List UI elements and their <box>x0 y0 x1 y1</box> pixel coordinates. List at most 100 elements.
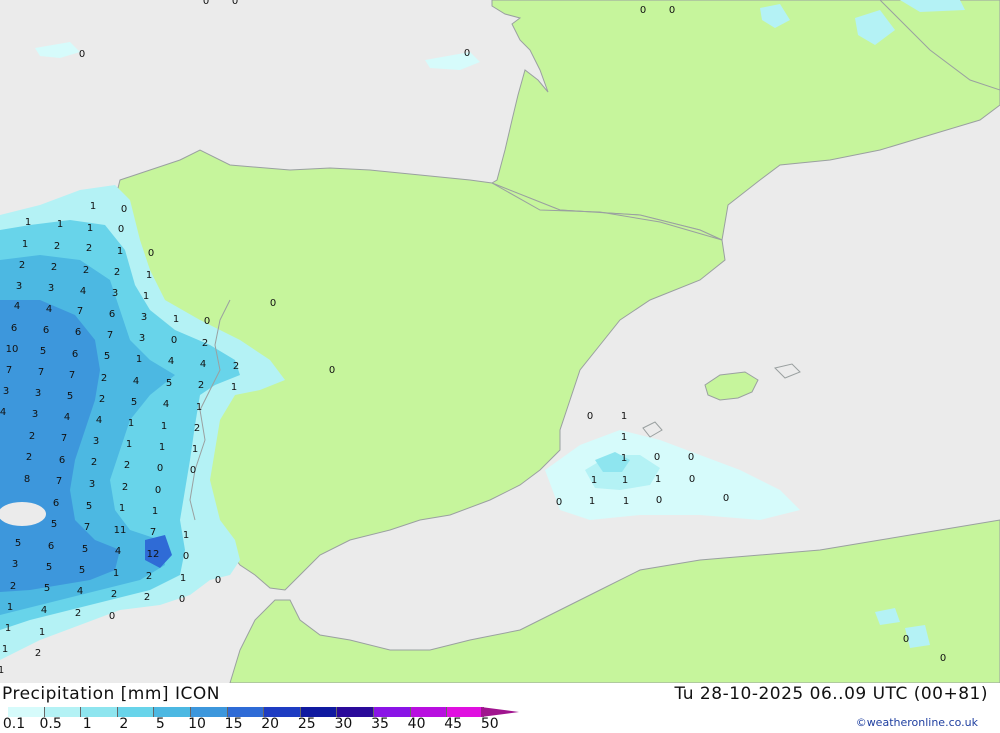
precip-value-label: 1 <box>136 354 142 365</box>
color-scale-tick: 2 <box>119 716 129 732</box>
color-scale-tick: 10 <box>188 716 206 732</box>
precip-value-label: 6 <box>43 325 49 336</box>
precip-value-label: 5 <box>51 519 57 530</box>
precip-value-label: 5 <box>131 397 137 408</box>
precip-value-label: 1 <box>119 503 125 514</box>
color-scale-tick: 40 <box>407 716 426 732</box>
precip-value-label: 1 <box>117 246 123 257</box>
precip-value-label: 1 <box>5 623 11 634</box>
precip-value-label: 2 <box>29 431 35 442</box>
precip-value-label: 7 <box>6 365 12 376</box>
precip-value-label: 5 <box>44 583 50 594</box>
precip-value-label: 0 <box>656 495 662 506</box>
legend-footer: Precipitation [mm] ICON Tu 28-10-2025 06… <box>0 683 1000 733</box>
precip-value-label: 2 <box>99 394 105 405</box>
precip-value-label: 0 <box>688 452 694 463</box>
precip-value-label: 0 <box>464 48 470 59</box>
precip-value-label: 1 <box>589 496 595 507</box>
precip-value-label: 1 <box>655 474 661 485</box>
precip-value-label: 7 <box>84 522 90 533</box>
precip-value-label: 2 <box>75 608 81 619</box>
precip-value-label: 0 <box>190 465 196 476</box>
precip-value-label: 6 <box>53 498 59 509</box>
precip-value-label: 12 <box>147 549 160 560</box>
precip-value-label: 1 <box>180 573 186 584</box>
precip-value-label: 4 <box>115 546 121 557</box>
precip-value-label: 1 <box>621 453 627 464</box>
precip-value-label: 4 <box>80 286 86 297</box>
precip-value-label: 0 <box>118 224 124 235</box>
precip-value-label: 0 <box>556 497 562 508</box>
precip-value-label: 4 <box>46 304 52 315</box>
precip-value-label: 1 <box>128 418 134 429</box>
precip-value-label: 0 <box>640 5 646 16</box>
precip-value-label: 3 <box>89 479 95 490</box>
precip-value-label: 2 <box>124 460 130 471</box>
precip-value-label: 2 <box>233 361 239 372</box>
precip-value-label: 0 <box>203 0 209 7</box>
credit-link[interactable]: ©weatheronline.co.uk <box>856 716 978 729</box>
precip-value-label: 2 <box>54 241 60 252</box>
precip-value-label: 6 <box>109 309 115 320</box>
precip-value-label: 3 <box>141 312 147 323</box>
precip-value-label: 4 <box>0 407 6 418</box>
precip-value-label: 6 <box>59 455 65 466</box>
precip-value-label: 6 <box>72 349 78 360</box>
valid-time: Tu 28-10-2025 06..09 UTC (00+81) <box>674 684 988 704</box>
precip-value-label: 4 <box>200 359 206 370</box>
precip-value-label: 0 <box>587 411 593 422</box>
precip-value-label: 0 <box>179 594 185 605</box>
precip-value-label: 3 <box>12 559 18 570</box>
precip-value-label: 2 <box>202 338 208 349</box>
precip-value-label: 2 <box>83 265 89 276</box>
precip-value-label: 0 <box>171 335 177 346</box>
precip-value-label: 4 <box>96 415 102 426</box>
precip-value-label: 0 <box>148 248 154 259</box>
precip-value-label: 1 <box>87 223 93 234</box>
precip-value-label: 2 <box>114 267 120 278</box>
precip-value-label: 0 <box>155 485 161 496</box>
precip-value-label: 5 <box>104 351 110 362</box>
precip-value-label: 2 <box>26 452 32 463</box>
precip-value-label: 2 <box>10 581 16 592</box>
precip-value-label: 4 <box>163 399 169 410</box>
precip-value-label: 7 <box>150 527 156 538</box>
precip-value-label: 1 <box>173 314 179 325</box>
precip-value-label: 1 <box>192 444 198 455</box>
precip-value-label: 1 <box>57 219 63 230</box>
precip-value-label: 1 <box>113 568 119 579</box>
precip-value-label: 0 <box>121 204 127 215</box>
precip-value-label: 7 <box>56 476 62 487</box>
precip-value-label: 5 <box>79 565 85 576</box>
precip-value-label: 7 <box>69 370 75 381</box>
precip-value-label: 2 <box>194 423 200 434</box>
color-scale-tick: 30 <box>334 716 353 732</box>
color-scale-tick: 15 <box>224 716 243 732</box>
map-title: Precipitation [mm] ICON <box>2 684 220 704</box>
precip-value-label: 2 <box>111 589 117 600</box>
color-scale-tick: 50 <box>480 716 499 732</box>
color-scale-tick: 35 <box>371 716 389 732</box>
precip-value-label: 2 <box>144 592 150 603</box>
precip-value-label: 1 <box>152 506 158 517</box>
precip-value-label: 1 <box>621 432 627 443</box>
precip-value-label: 0 <box>903 634 909 645</box>
precip-value-label: 5 <box>166 378 172 389</box>
precip-value-label: 4 <box>41 605 47 616</box>
precip-value-label: 1 <box>90 201 96 212</box>
color-scale-tick: 0.5 <box>39 716 62 732</box>
precip-value-label: 0 <box>79 49 85 60</box>
precip-value-label: 1 <box>196 402 202 413</box>
precip-value-label: 0 <box>157 463 163 474</box>
precip-value-label: 1 <box>621 411 627 422</box>
precip-value-label: 3 <box>139 333 145 344</box>
precip-value-label: 5 <box>82 544 88 555</box>
color-scale-tick: 20 <box>261 716 280 732</box>
precip-value-label: 5 <box>86 501 92 512</box>
precip-value-label: 1 <box>39 627 45 638</box>
precip-value-label: 1 <box>146 270 152 281</box>
precip-value-label: 1 <box>183 530 189 541</box>
precip-value-label: 7 <box>38 367 44 378</box>
precip-value-label: 8 <box>24 474 30 485</box>
color-scale-tick: 5 <box>155 716 165 732</box>
